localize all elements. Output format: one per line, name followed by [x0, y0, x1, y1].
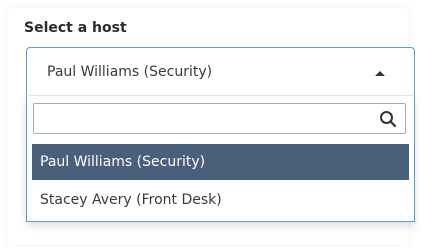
search-icon[interactable]	[379, 110, 397, 128]
host-select-value: Paul Williams (Security)	[47, 64, 213, 80]
search-input[interactable]	[34, 104, 364, 133]
host-option-paul-williams[interactable]: Paul Williams (Security)	[32, 144, 409, 180]
host-option-stacey-avery[interactable]: Stacey Avery (Front Desk)	[32, 182, 409, 218]
host-options-list: Paul Williams (Security) Stacey Avery (F…	[26, 95, 415, 222]
search-box[interactable]	[33, 103, 406, 134]
caret-up-icon[interactable]	[375, 71, 385, 76]
host-select-dropdown[interactable]: Paul Williams (Security)	[26, 47, 415, 95]
host-select-label: Select a host	[24, 20, 127, 36]
